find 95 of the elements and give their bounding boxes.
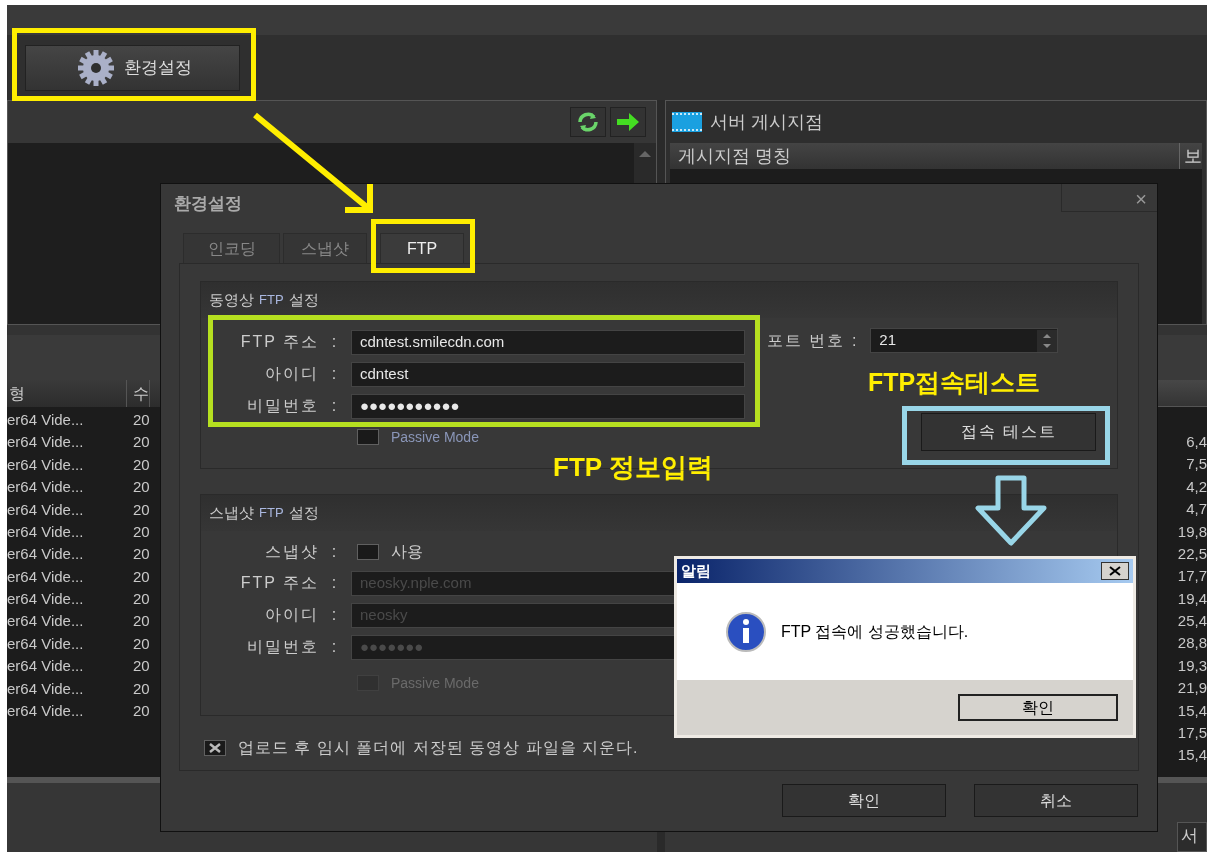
- arrow-right-icon: [615, 112, 641, 132]
- table-cell-text: 15,4: [1177, 700, 1207, 721]
- table-cell-text: 4,7: [1186, 499, 1207, 520]
- table-cell-text: er64 Vide...: [7, 701, 85, 722]
- colon: :: [330, 542, 338, 562]
- dialog-button[interactable]: 확인: [782, 784, 946, 817]
- field-label: FTP 주소: [239, 573, 319, 593]
- table-cell-text: er64 Vide...: [7, 432, 85, 453]
- colon: :: [330, 364, 338, 384]
- table-cell-text: 20: [133, 633, 150, 654]
- table-cell-text: 4,2: [1186, 476, 1207, 497]
- table-cell-text: er64 Vide...: [7, 678, 85, 699]
- alert-message: FTP 접속에 성공했습니다.: [781, 621, 969, 642]
- field-label: 비밀번호: [246, 396, 319, 416]
- close-icon: [1109, 566, 1121, 576]
- colon: :: [330, 396, 338, 416]
- checkbox[interactable]: [204, 740, 226, 756]
- checkbox[interactable]: [357, 544, 379, 560]
- field-label: 스냅샷: [264, 542, 319, 562]
- tab[interactable]: FTP: [380, 233, 464, 263]
- cross-icon: [209, 743, 221, 753]
- table-cell-text: 17,7: [1177, 566, 1207, 587]
- tab[interactable]: 인코딩: [183, 233, 280, 263]
- tab[interactable]: 서: [1177, 822, 1207, 852]
- table-cell-text: 7,5: [1186, 454, 1207, 475]
- forward-button[interactable]: [610, 107, 646, 137]
- refresh-button[interactable]: [570, 107, 606, 137]
- text-field[interactable]: ●●●●●●●●●●●: [351, 393, 745, 419]
- checkbox-label: 업로드 후 임시 폴더에 저장된 동영상 파일을 지운다.: [238, 738, 639, 758]
- table-cell-text: 19,4: [1177, 588, 1207, 609]
- table-cell-text: 28,8: [1177, 633, 1207, 654]
- panel-title: 서버 게시지점: [710, 110, 823, 134]
- table-cell-text: er64 Vide...: [7, 656, 85, 677]
- table-cell-text: 15,4: [1177, 745, 1207, 766]
- field-label: 포트 번호 :: [767, 330, 859, 351]
- table-cell-text: 20: [133, 656, 150, 677]
- table-cell-text: 20: [133, 409, 150, 430]
- colon: :: [330, 573, 338, 593]
- table-cell-text: 20: [133, 432, 150, 453]
- colon: :: [330, 332, 338, 352]
- table-cell-text: 22,5: [1177, 543, 1207, 564]
- checkbox[interactable]: [357, 429, 379, 445]
- scroll-up-icon[interactable]: [638, 149, 652, 159]
- table-cell-text: 20: [133, 544, 150, 565]
- table-cell-text: er64 Vide...: [7, 544, 85, 565]
- table-cell-text: 20: [133, 566, 150, 587]
- table-cell-text: er64 Vide...: [7, 499, 85, 520]
- table-cell-text: 20: [133, 701, 150, 722]
- number-field[interactable]: 21: [870, 328, 1059, 353]
- tab[interactable]: 스냅샷: [283, 233, 367, 263]
- dialog-title: 환경설정: [173, 193, 242, 216]
- table-cell-text: 21,9: [1177, 678, 1207, 699]
- table-cell-text: er64 Vide...: [7, 611, 85, 632]
- table-cell-text: 20: [133, 477, 150, 498]
- annotation-label: FTP접속테스트: [868, 367, 1041, 398]
- table-cell-text: 17,5: [1177, 723, 1207, 744]
- connection-test-button[interactable]: 접속 테스트: [921, 413, 1097, 451]
- table-cell-text: er64 Vide...: [7, 633, 85, 654]
- table-cell-text: 6,4: [1186, 431, 1207, 452]
- ok-button[interactable]: 확인: [958, 694, 1118, 721]
- annotation-label: FTP 정보입력: [553, 451, 713, 484]
- table-cell-text: er64 Vide...: [7, 409, 85, 430]
- column-header[interactable]: 보: [1180, 143, 1202, 169]
- table-cell-text: 20: [133, 499, 150, 520]
- field-label: 아이디: [264, 364, 319, 384]
- table-cell-text: er64 Vide...: [7, 477, 85, 498]
- close-button[interactable]: [1101, 562, 1129, 580]
- close-button[interactable]: ×: [1061, 184, 1157, 212]
- table-cell-text: 20: [133, 589, 150, 610]
- table-cell-text: 20: [133, 521, 150, 542]
- field-label: 아이디: [264, 605, 319, 625]
- text-field[interactable]: cdntest.smilecdn.com: [351, 329, 745, 355]
- checkbox-label: Passive Mode: [391, 427, 479, 447]
- refresh-icon: [575, 111, 601, 133]
- table-cell-text: er64 Vide...: [7, 566, 85, 587]
- field-label: 비밀번호: [246, 637, 319, 657]
- table-cell-text: 20: [133, 611, 150, 632]
- table-cell-text: 19,8: [1177, 521, 1207, 542]
- table-cell-text: er64 Vide...: [7, 454, 85, 475]
- colon: :: [330, 605, 338, 625]
- table-cell-text: er64 Vide...: [7, 521, 85, 542]
- checkbox-label: 사용: [391, 542, 423, 562]
- dialog-button[interactable]: 취소: [974, 784, 1138, 817]
- field-label: FTP 주소: [239, 332, 319, 352]
- table-cell-text: er64 Vide...: [7, 589, 85, 610]
- text-field[interactable]: cdntest: [351, 361, 745, 387]
- settings-button[interactable]: 환경설정: [25, 44, 240, 91]
- spinner-arrows-icon[interactable]: [1037, 329, 1058, 352]
- table-cell-text: 25,4: [1177, 611, 1207, 632]
- colon: :: [330, 637, 338, 657]
- table-cell-text: 19,3: [1177, 655, 1207, 676]
- table-cell-text: 20: [133, 678, 150, 699]
- film-icon: [672, 112, 702, 132]
- info-icon: [725, 610, 767, 653]
- table-cell-text: 20: [133, 454, 150, 475]
